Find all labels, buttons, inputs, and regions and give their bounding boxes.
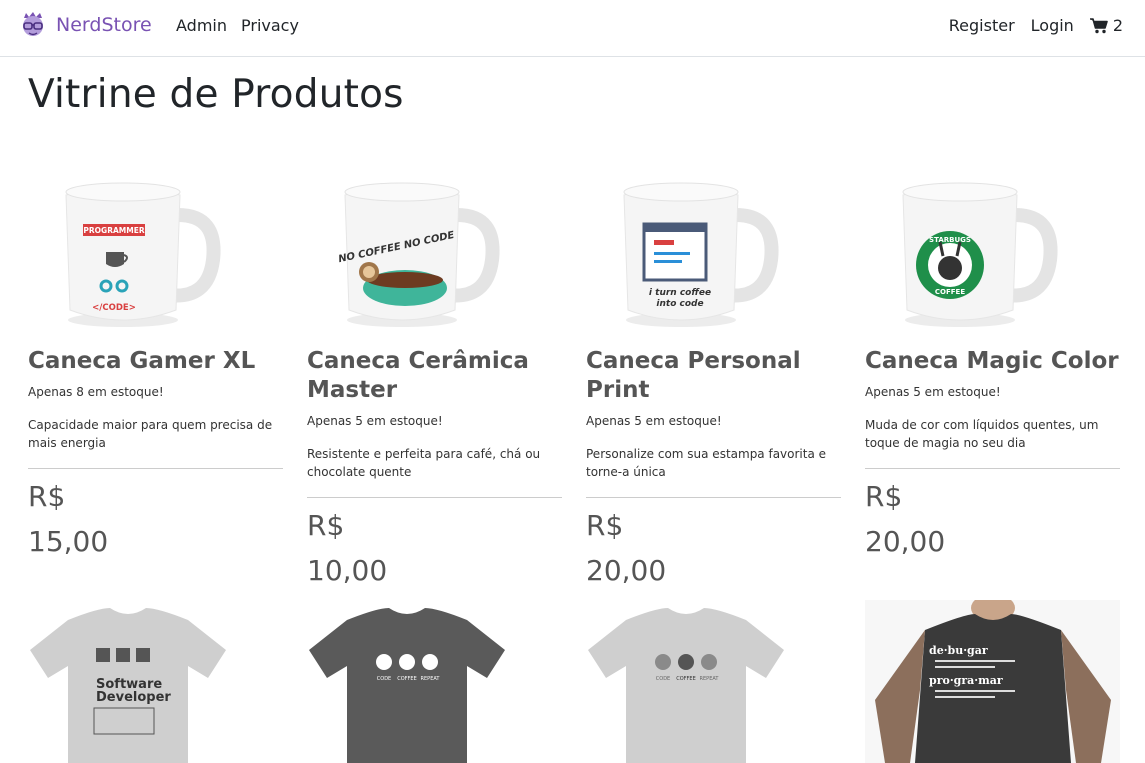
svg-text:COFFEE: COFFEE xyxy=(676,676,696,682)
divider xyxy=(307,497,562,498)
product-stock: Apenas 5 em estoque! xyxy=(307,414,443,428)
shopping-cart-icon xyxy=(1089,17,1108,33)
login-link[interactable]: Login xyxy=(1031,16,1074,35)
page-title: Vitrine de Produtos xyxy=(28,72,404,117)
svg-text:PROGRAMMER: PROGRAMMER xyxy=(83,226,144,235)
product-stock: Apenas 5 em estoque! xyxy=(865,385,1001,399)
nerd-logo-icon xyxy=(23,12,43,36)
navbar: NerdStore Admin Privacy Register Login 2 xyxy=(0,0,1145,57)
svg-text:pro·gra·mar: pro·gra·mar xyxy=(929,674,1003,687)
product-image[interactable]: i turn coffee into code xyxy=(586,160,841,330)
product-name[interactable]: Caneca Magic Color xyxy=(865,347,1120,376)
tshirt-image: Software Developer xyxy=(30,608,226,763)
product-card: PROGRAMMER </CODE> Caneca Gamer XL Apena… xyxy=(28,160,283,560)
tshirt-image: CODE COFFEE REPEAT xyxy=(588,608,784,763)
product-price: 15,00 xyxy=(28,525,109,558)
product-stock: Apenas 8 em estoque! xyxy=(28,385,164,399)
nav-admin-link[interactable]: Admin xyxy=(176,16,227,35)
mug-image: NO COFFEE NO CODE xyxy=(337,182,500,327)
product-card: i turn coffee into code Caneca Personal … xyxy=(586,160,841,589)
product-price: 10,00 xyxy=(307,554,388,587)
svg-text:STARBUGS: STARBUGS xyxy=(929,236,971,244)
product-card: STARBUGS COFFEE Caneca Magic Color Apena… xyxy=(865,160,1120,560)
svg-text:into code: into code xyxy=(656,299,703,309)
svg-text:CODE: CODE xyxy=(377,676,391,682)
product-image[interactable]: Software Developer xyxy=(28,600,283,763)
svg-text:de·bu·gar: de·bu·gar xyxy=(929,644,988,657)
product-image[interactable]: de·bu·gar pro·gra·mar xyxy=(865,594,1120,763)
product-name[interactable]: Caneca Gamer XL xyxy=(28,347,283,376)
tshirt-model-image: de·bu·gar pro·gra·mar xyxy=(865,594,1120,763)
nav-links: Admin Privacy xyxy=(176,16,299,35)
product-price: 20,00 xyxy=(865,525,946,558)
product-currency: R$ xyxy=(865,480,903,513)
cart-count: 2 xyxy=(1112,16,1123,35)
product-card: NO COFFEE NO CODE Caneca Cerâmica Master… xyxy=(307,160,562,589)
product-stock: Apenas 5 em estoque! xyxy=(586,414,722,428)
svg-text:i turn coffee: i turn coffee xyxy=(649,288,711,298)
product-price: 20,00 xyxy=(586,554,667,587)
svg-text:Developer: Developer xyxy=(96,690,171,705)
svg-text:REPEAT: REPEAT xyxy=(700,676,720,682)
product-image[interactable]: CODE COFFEE REPEAT xyxy=(307,600,562,763)
product-description: Personalize com sua estampa favorita e t… xyxy=(586,447,827,479)
svg-text:REPEAT: REPEAT xyxy=(421,676,441,682)
product-name[interactable]: Caneca Personal Print xyxy=(586,347,841,405)
product-currency: R$ xyxy=(307,509,345,542)
svg-text:COFFEE: COFFEE xyxy=(397,676,417,682)
divider xyxy=(586,497,841,498)
svg-text:</CODE>: </CODE> xyxy=(92,303,136,313)
product-image[interactable]: CODE COFFEE REPEAT xyxy=(586,600,841,763)
divider xyxy=(865,468,1120,469)
mug-image: STARBUGS COFFEE xyxy=(902,182,1058,327)
cart-link[interactable]: 2 xyxy=(1089,16,1123,35)
register-link[interactable]: Register xyxy=(949,16,1015,35)
brand-link[interactable]: NerdStore xyxy=(20,10,152,40)
product-currency: R$ xyxy=(586,509,624,542)
svg-text:CODE: CODE xyxy=(656,676,670,682)
product-description: Capacidade maior para quem precisa de ma… xyxy=(28,418,273,450)
svg-text:COFFEE: COFFEE xyxy=(935,288,965,296)
product-image[interactable]: STARBUGS COFFEE xyxy=(865,160,1120,330)
tshirt-image: CODE COFFEE REPEAT xyxy=(309,608,505,763)
divider xyxy=(28,468,283,469)
product-name[interactable]: Caneca Cerâmica Master xyxy=(307,347,562,405)
nav-account: Register Login 2 xyxy=(949,16,1123,35)
product-image[interactable]: PROGRAMMER </CODE> xyxy=(28,160,283,330)
mug-image: PROGRAMMER </CODE> xyxy=(65,182,221,327)
product-description: Resistente e perfeita para café, chá ou … xyxy=(307,447,541,479)
product-description: Muda de cor com líquidos quentes, um toq… xyxy=(865,418,1099,450)
nav-privacy-link[interactable]: Privacy xyxy=(241,16,299,35)
product-currency: R$ xyxy=(28,480,66,513)
product-image[interactable]: NO COFFEE NO CODE xyxy=(307,160,562,330)
brand-name: NerdStore xyxy=(56,14,152,36)
mug-image: i turn coffee into code xyxy=(623,182,779,327)
